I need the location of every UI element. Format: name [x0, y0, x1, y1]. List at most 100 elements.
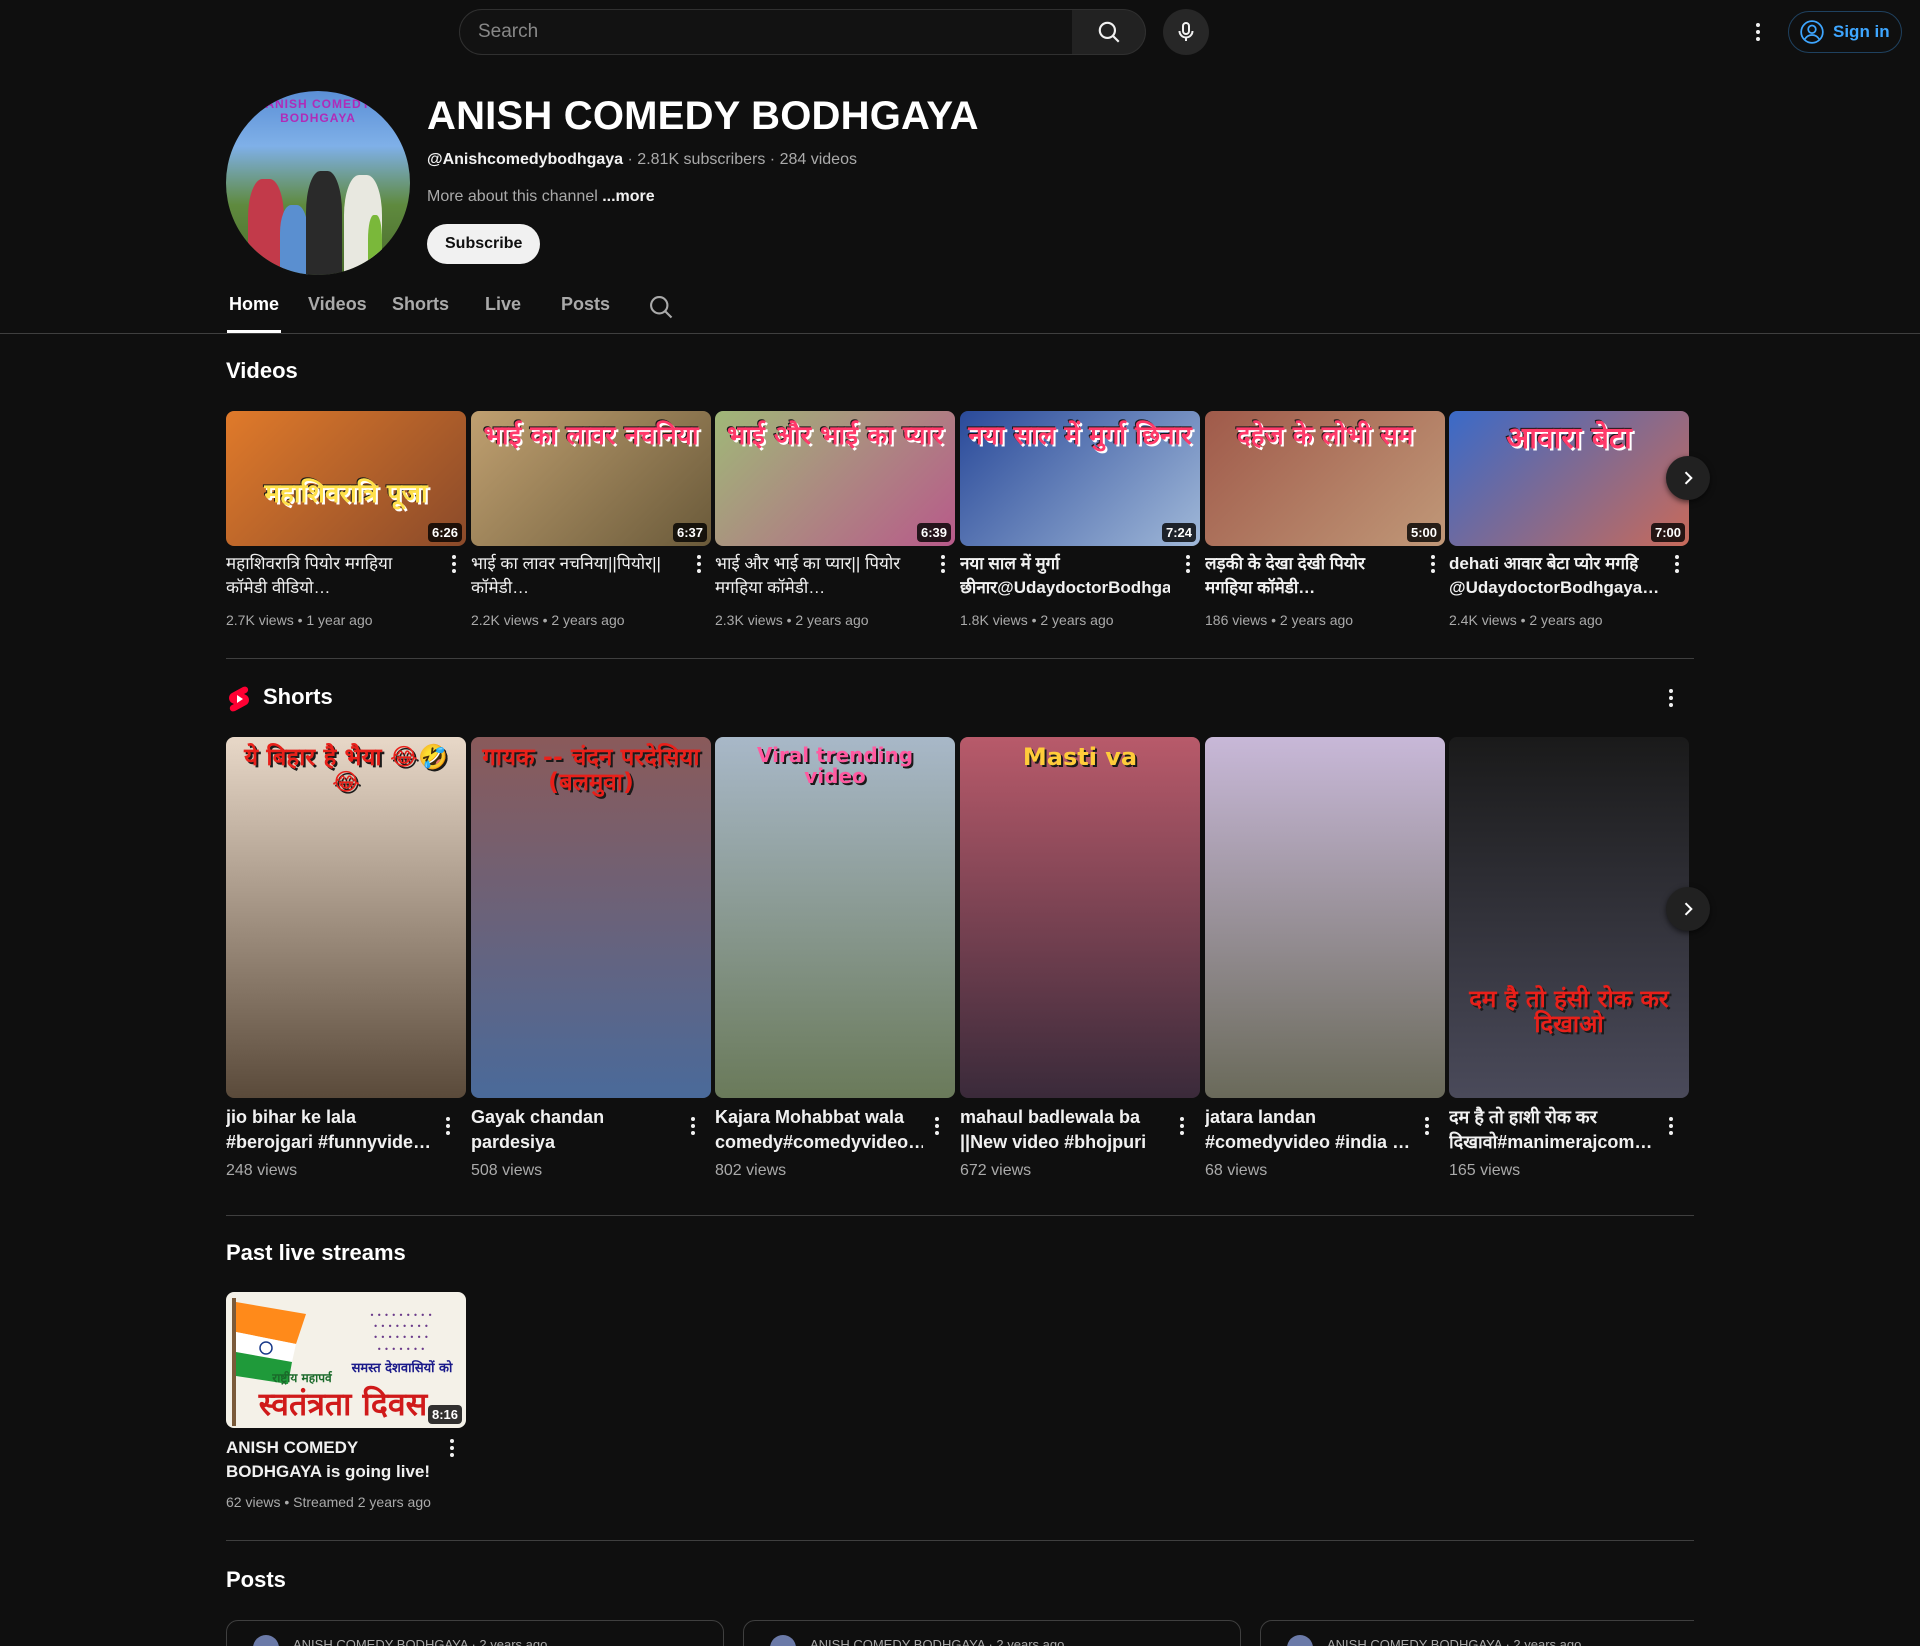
video-thumbnail[interactable]: नया साल में मुर्गा छिनार 7:24: [960, 411, 1200, 546]
more-link[interactable]: ...more: [602, 188, 654, 205]
video-menu-button[interactable]: [1671, 552, 1683, 576]
video-menu-button[interactable]: [693, 552, 705, 576]
video-duration: 7:24: [1161, 523, 1196, 542]
post-card[interactable]: ANISH COMEDY BODHGAYA · 2 years ago: [226, 1620, 724, 1646]
post-age: 2 years ago: [996, 1637, 1065, 1646]
more-vert-icon: [1752, 20, 1764, 44]
thumbnail-title: Viral trending video: [756, 743, 914, 788]
chevron-right-icon: [1684, 902, 1693, 916]
short-views: 508 views: [471, 1162, 543, 1179]
video-meta: 186 views • 2 years ago: [1205, 612, 1354, 628]
live-title[interactable]: ANISH COMEDY BODHGAYA is going live!: [226, 1436, 436, 1484]
video-menu-button[interactable]: [446, 1436, 458, 1460]
video-title[interactable]: भाई का लावर नचनिया||पियोर|| कॉमेडी…: [471, 552, 681, 600]
post-card[interactable]: ANISH COMEDY BODHGAYA · 2 years ago: [743, 1620, 1241, 1646]
video-duration: 6:26: [427, 523, 462, 542]
video-menu-button[interactable]: [937, 552, 949, 576]
short-menu-button[interactable]: [1665, 1114, 1677, 1138]
video-thumbnail[interactable]: आवारा बेटा 7:00: [1449, 411, 1689, 546]
section-divider: [226, 1540, 1694, 1541]
thumbnail-title: भाई और भाई का प्यार: [727, 421, 943, 451]
short-thumbnail[interactable]: गायक -- चंदन परदेसिया (बलमुवा): [471, 737, 711, 1098]
channel-tabs: Home Videos Shorts Live Posts: [0, 284, 1920, 334]
account-circle-icon: [1800, 20, 1824, 44]
video-duration: 6:37: [672, 523, 707, 542]
short-menu-button[interactable]: [931, 1114, 943, 1138]
short-thumbnail[interactable]: ये बिहार है भैया 😂🤣😂: [226, 737, 466, 1098]
thumbnail-title: नया साल में मुर्गा छिनार: [968, 421, 1192, 451]
short-menu-button[interactable]: [1176, 1114, 1188, 1138]
chevron-right-icon: [1684, 471, 1693, 485]
video-thumbnail[interactable]: भाई का लावर नचनिया 6:37: [471, 411, 711, 546]
short-thumbnail[interactable]: [1205, 737, 1445, 1098]
settings-menu-button[interactable]: [1744, 16, 1772, 48]
tab-live[interactable]: Live: [485, 294, 521, 315]
post-card[interactable]: ANISH COMEDY BODHGAYA · 2 years ago: [1260, 1620, 1694, 1646]
shorts-menu-button[interactable]: [1665, 686, 1677, 710]
video-title[interactable]: भाई और भाई का प्यार|| पियोर मगहिया कॉमेड…: [715, 552, 925, 600]
short-menu-button[interactable]: [1421, 1114, 1433, 1138]
channel-handle: @Anishcomedybodhgaya: [427, 151, 624, 168]
video-menu-button[interactable]: [448, 552, 460, 576]
video-menu-button[interactable]: [1427, 552, 1439, 576]
video-title[interactable]: dehati आवार बेटा प्योर मगहि @UdaydoctorB…: [1449, 552, 1659, 600]
section-divider: [226, 1215, 1694, 1216]
avatar-person: [368, 215, 382, 275]
short-title[interactable]: Gayak chandan pardesiya #viralshorts…: [471, 1105, 679, 1155]
live-meta: 62 views • Streamed 2 years ago: [226, 1494, 431, 1510]
post-author-name: ANISH COMEDY BODHGAYA: [810, 1637, 985, 1646]
channel-search-button[interactable]: [647, 293, 675, 326]
video-duration: 7:00: [1650, 523, 1685, 542]
video-title[interactable]: महाशिवरात्रि पियोर मगहिया कॉमेडी वीडियो…: [226, 552, 436, 600]
short-title[interactable]: Kajara Mohabbat wala comedy#comedyvideo…: [715, 1105, 923, 1155]
video-title[interactable]: नया साल में मुर्गा छीनार@UdaydoctorBodhg…: [960, 552, 1170, 600]
short-title[interactable]: mahaul badlewala ba ||New video #bhojpur…: [960, 1105, 1168, 1155]
short-title[interactable]: jatara landan #comedyvideo #india …: [1205, 1105, 1413, 1155]
short-title[interactable]: दम है तो हाशी रोक कर दिखावो#manimerajcom…: [1449, 1105, 1657, 1155]
channel-meta: @Anishcomedybodhgaya · 2.81K subscribers…: [427, 151, 857, 169]
short-thumbnail[interactable]: Masti va: [960, 737, 1200, 1098]
post-author: ANISH COMEDY BODHGAYA · 2 years ago: [293, 1637, 547, 1646]
posts-section-title: Posts: [226, 1567, 286, 1592]
subscribe-button[interactable]: Subscribe: [427, 224, 541, 264]
shorts-next-button[interactable]: [1666, 887, 1710, 931]
top-bar: Sign in: [0, 0, 1920, 64]
shorts-logo-icon: [229, 686, 249, 712]
live-thumb-title: स्वतंत्रता दिवस: [258, 1385, 428, 1423]
thumbnail-title: भाई का लावर नचनिया: [483, 421, 699, 451]
tab-videos[interactable]: Videos: [308, 294, 367, 315]
post-author: ANISH COMEDY BODHGAYA · 2 years ago: [1327, 1637, 1581, 1646]
short-views: 165 views: [1449, 1162, 1521, 1179]
live-thumbnail[interactable]: • • • • • • • • • • • • • • • • • • • • • …: [226, 1292, 466, 1428]
video-meta: 2.4K views • 2 years ago: [1449, 612, 1603, 628]
video-duration: 6:39: [916, 523, 951, 542]
search-input[interactable]: [478, 21, 1072, 43]
thumbnail-title: दहेज के लोभी सम: [1236, 421, 1414, 451]
tab-home[interactable]: Home: [229, 294, 279, 315]
short-menu-button[interactable]: [687, 1114, 699, 1138]
video-menu-button[interactable]: [1182, 552, 1194, 576]
post-author-avatar: [253, 1635, 279, 1646]
thumbnail-title: Masti va: [1022, 743, 1138, 771]
video-thumbnail[interactable]: महाशिवरात्रि पूजा 6:26: [226, 411, 466, 546]
sign-in-button[interactable]: Sign in: [1788, 11, 1902, 53]
search-button[interactable]: [1072, 9, 1146, 55]
video-thumbnail[interactable]: भाई और भाई का प्यार 6:39: [715, 411, 955, 546]
video-title[interactable]: लड़की के देखा देखी पियोर मगहिया कॉमेडी…: [1205, 552, 1415, 600]
short-views: 68 views: [1205, 1162, 1268, 1179]
short-views: 802 views: [715, 1162, 787, 1179]
video-thumbnail[interactable]: दहेज के लोभी सम 5:00: [1205, 411, 1445, 546]
channel-about[interactable]: More about this channel ...more: [427, 188, 655, 206]
tab-posts[interactable]: Posts: [561, 294, 610, 315]
voice-search-button[interactable]: [1163, 9, 1209, 55]
tab-shorts[interactable]: Shorts: [392, 294, 449, 315]
short-title[interactable]: jio bihar ke lala #berojgari #funnyvide…: [226, 1105, 434, 1155]
search-box[interactable]: [459, 9, 1073, 55]
short-menu-button[interactable]: [442, 1114, 454, 1138]
videos-next-button[interactable]: [1666, 456, 1710, 500]
short-thumbnail[interactable]: Viral trending video: [715, 737, 955, 1098]
short-thumbnail[interactable]: दम है तो हंसी रोक कर दिखाओ: [1449, 737, 1689, 1098]
live-section-title: Past live streams: [226, 1240, 406, 1265]
video-meta: 2.7K views • 1 year ago: [226, 612, 373, 628]
video-duration: 5:00: [1406, 523, 1441, 542]
